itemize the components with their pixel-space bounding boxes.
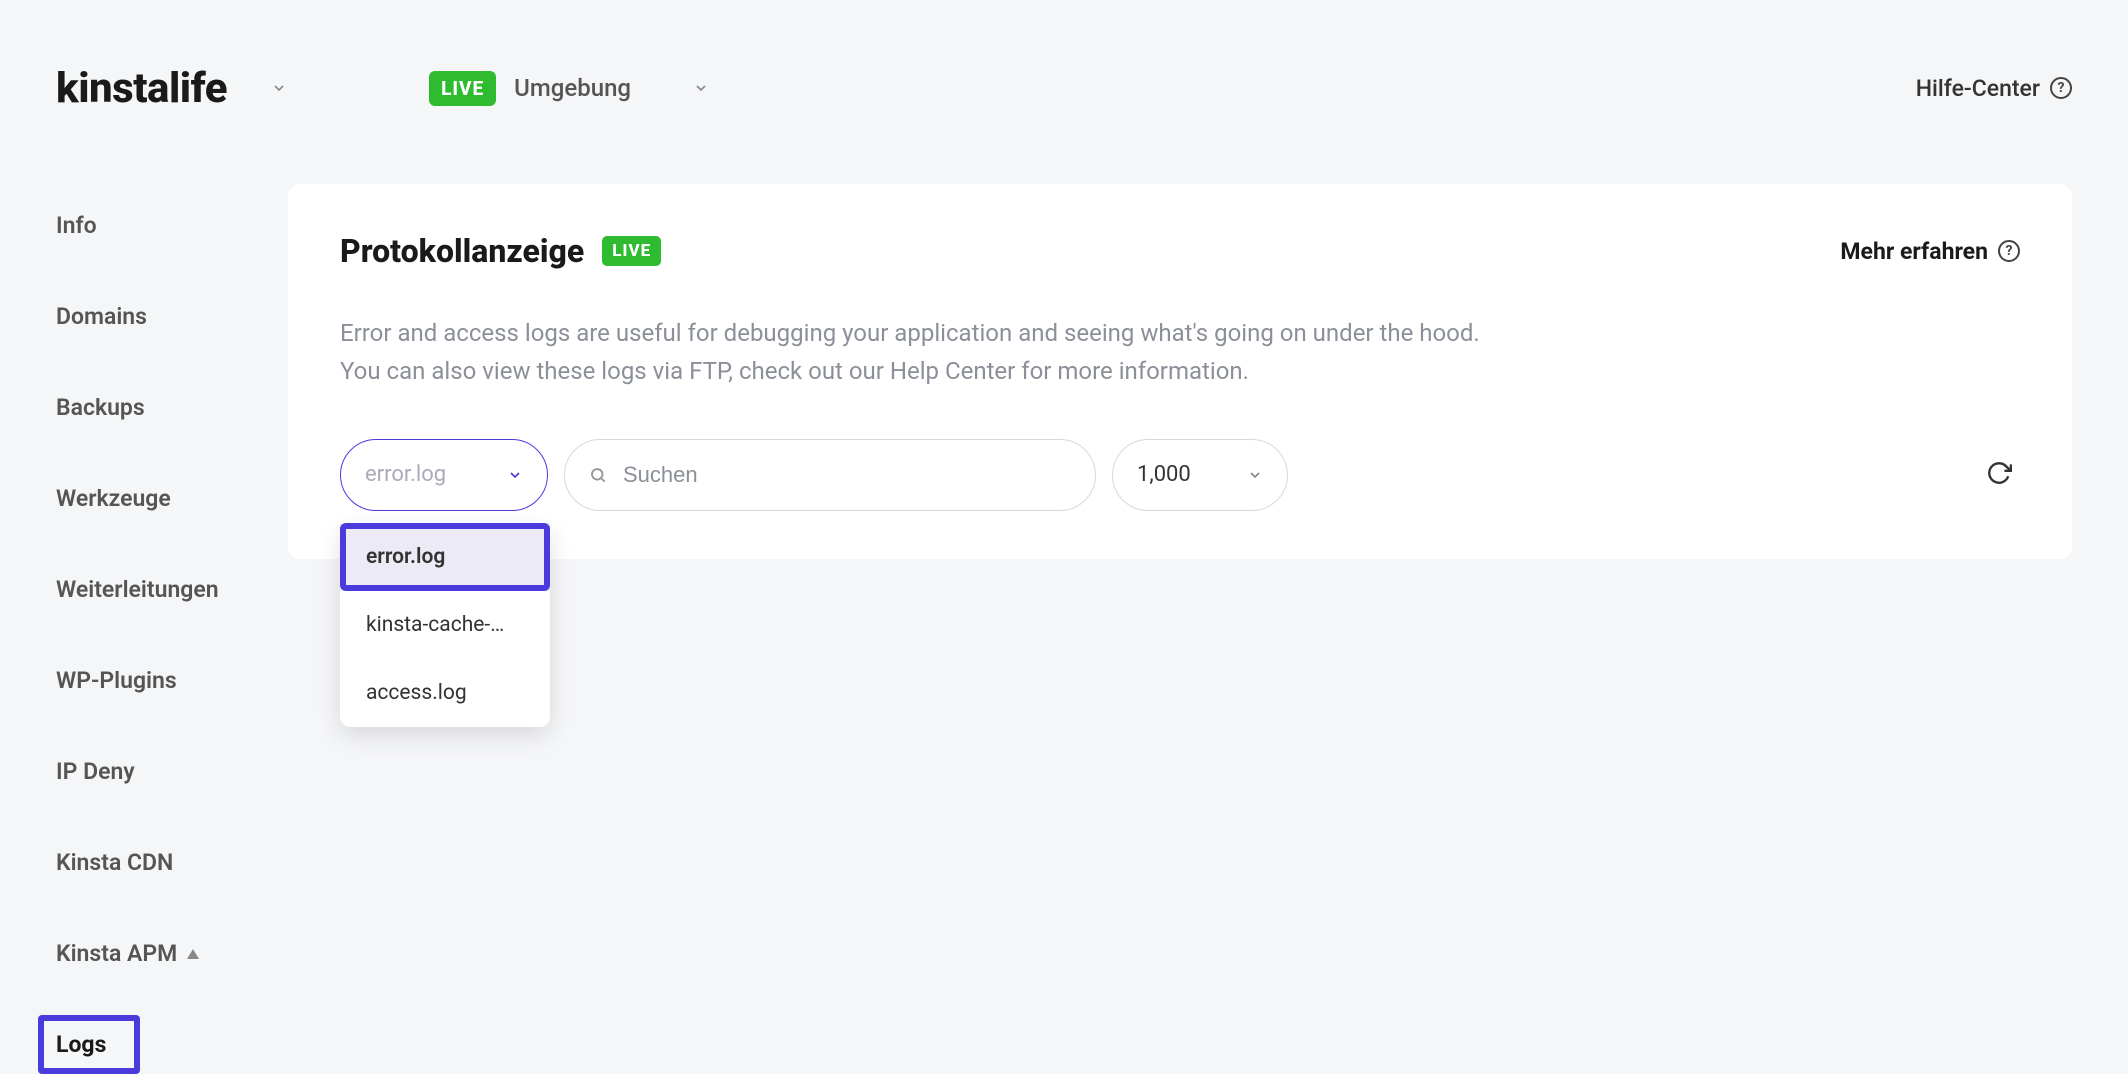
sidebar-item-redirects[interactable]: Weiterleitungen (56, 560, 288, 619)
live-badge: LIVE (429, 71, 496, 106)
learn-more-label: Mehr erfahren (1840, 238, 1988, 265)
sidebar-item-label: WP-Plugins (56, 667, 177, 694)
sidebar-item-logs[interactable]: Logs (56, 1015, 288, 1074)
log-type-dropdown: error.log kinsta-cache-… access.log (340, 523, 550, 727)
sidebar-item-ip-deny[interactable]: IP Deny (56, 742, 288, 801)
site-switcher-dropdown[interactable] (259, 68, 299, 108)
log-viewer-card: Protokollanzeige LIVE Mehr erfahren ? Er… (288, 184, 2072, 559)
sidebar-item-info[interactable]: Info (56, 196, 288, 255)
learn-more-link[interactable]: Mehr erfahren ? (1840, 238, 2020, 265)
log-type-value: error.log (365, 462, 446, 487)
chevron-down-icon (693, 80, 709, 96)
dropdown-option-error-log[interactable]: error.log (340, 523, 550, 591)
chevron-down-icon (507, 467, 523, 483)
search-field-wrapper (564, 439, 1096, 511)
sidebar-item-label: Domains (56, 303, 147, 330)
triangle-up-icon (187, 949, 199, 959)
dropdown-option-access-log[interactable]: access.log (340, 659, 550, 727)
dropdown-option-kinsta-cache[interactable]: kinsta-cache-… (340, 591, 550, 659)
sidebar-item-kinsta-cdn[interactable]: Kinsta CDN (56, 833, 288, 892)
chevron-down-icon (1247, 467, 1263, 483)
page-title: Protokollanzeige (340, 232, 584, 270)
log-type-select[interactable]: error.log (340, 439, 548, 511)
environment-dropdown[interactable] (681, 68, 721, 108)
sidebar-item-label: Kinsta APM (56, 940, 177, 967)
help-center-link[interactable]: Hilfe-Center ? (1916, 75, 2072, 102)
sidebar-item-label: IP Deny (56, 758, 135, 785)
sidebar-item-label: Werkzeuge (56, 485, 171, 512)
help-center-label: Hilfe-Center (1916, 75, 2040, 102)
live-badge-small: LIVE (602, 236, 661, 266)
sidebar-item-domains[interactable]: Domains (56, 287, 288, 346)
sidebar-item-label: Backups (56, 394, 145, 421)
refresh-icon (1986, 460, 2012, 486)
sidebar-item-kinsta-apm[interactable]: Kinsta APM (56, 924, 288, 983)
controls-row: error.log 1,000 error.log ki (340, 439, 2020, 511)
sidebar-item-label: Weiterleitungen (56, 576, 219, 603)
help-icon: ? (2050, 77, 2072, 99)
sidebar-item-tools[interactable]: Werkzeuge (56, 469, 288, 528)
sidebar-item-wp-plugins[interactable]: WP-Plugins (56, 651, 288, 710)
sidebar-item-label: Info (56, 212, 97, 239)
info-icon: ? (1998, 240, 2020, 262)
sidebar: Info Domains Backups Werkzeuge Weiterlei… (56, 140, 288, 1074)
row-count-value: 1,000 (1137, 462, 1191, 487)
search-icon (589, 466, 607, 484)
main-content: Protokollanzeige LIVE Mehr erfahren ? Er… (288, 140, 2072, 1074)
search-input[interactable] (623, 462, 1071, 488)
refresh-button[interactable] (1978, 452, 2020, 498)
environment-label: Umgebung (514, 74, 631, 102)
row-count-select[interactable]: 1,000 (1112, 439, 1288, 511)
chevron-down-icon (271, 80, 287, 96)
sidebar-item-backups[interactable]: Backups (56, 378, 288, 437)
sidebar-item-label: Kinsta CDN (56, 849, 173, 876)
site-name: kinstalife (56, 64, 227, 113)
sidebar-item-label: Logs (56, 1031, 106, 1058)
description-text: Error and access logs are useful for deb… (340, 314, 1480, 391)
